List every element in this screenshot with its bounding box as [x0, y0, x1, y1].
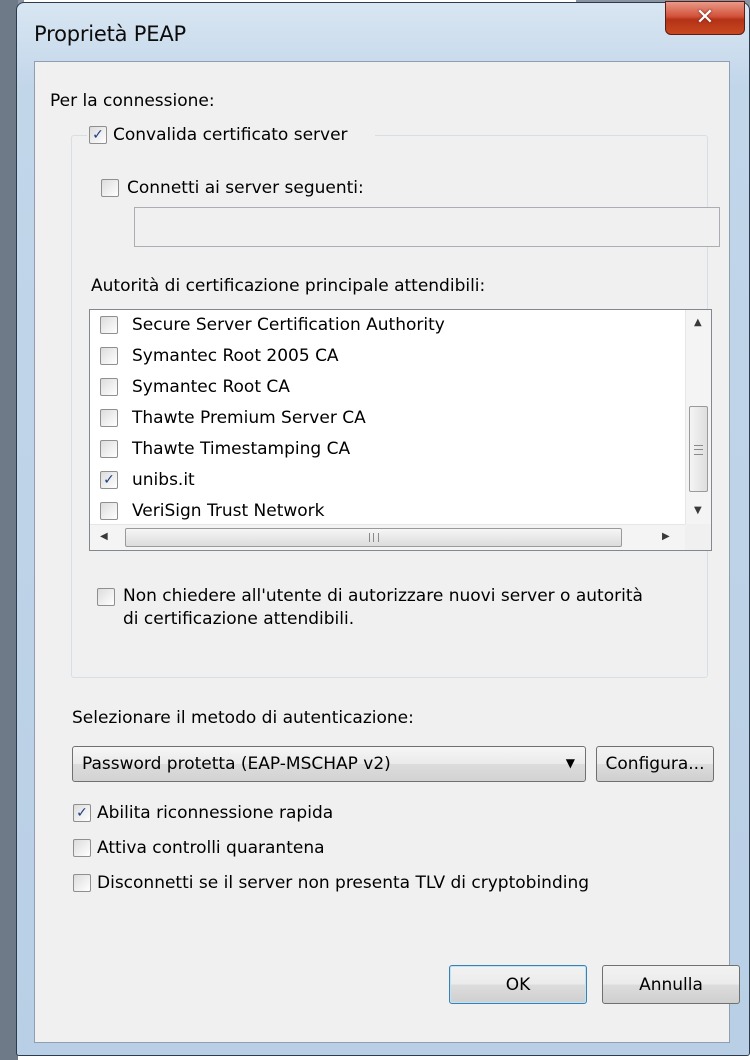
auth-method-select[interactable]: Password protetta (EAP-MSCHAP v2) ▼: [72, 746, 586, 782]
title-bar[interactable]: Proprietà PEAP ✕: [17, 1, 749, 63]
cryptobinding-checkbox[interactable]: [73, 874, 91, 892]
connection-heading: Per la connessione:: [50, 91, 215, 111]
horizontal-scrollbar[interactable]: ◀ ▶: [90, 524, 687, 550]
no-prompt-label-line2[interactable]: di certificazione attendibili.: [123, 608, 354, 630]
ok-button[interactable]: OK: [449, 965, 587, 1004]
ca-checkbox[interactable]: [100, 502, 118, 520]
configure-button[interactable]: Configura...: [596, 746, 714, 782]
ca-name: Thawte Timestamping CA: [132, 439, 351, 459]
connect-to-servers-label[interactable]: Connetti ai server seguenti:: [127, 177, 364, 199]
list-item[interactable]: VeriSign Trust Network: [90, 496, 684, 527]
list-item[interactable]: Thawte Timestamping CA: [90, 434, 684, 465]
ca-checkbox[interactable]: ✓: [100, 471, 118, 489]
ca-name: Thawte Premium Server CA: [132, 408, 366, 428]
chevron-down-icon: ▼: [565, 756, 575, 770]
list-item[interactable]: Symantec Root CA: [90, 372, 684, 403]
ca-checkbox[interactable]: [100, 316, 118, 334]
list-item[interactable]: Symantec Root 2005 CA: [90, 341, 684, 372]
list-item[interactable]: Secure Server Certification Authority: [90, 310, 684, 341]
ca-name: VeriSign Trust Network: [132, 501, 325, 521]
cancel-button[interactable]: Annulla: [602, 965, 740, 1004]
vertical-scroll-thumb[interactable]: [689, 406, 708, 492]
scroll-up-icon[interactable]: ▲: [694, 318, 702, 328]
vertical-scrollbar[interactable]: ▲ ▼: [685, 310, 711, 524]
connect-to-servers-checkbox[interactable]: [101, 179, 119, 197]
ca-checkbox[interactable]: [100, 347, 118, 365]
validate-cert-legend: ✓ Convalida certificato server: [87, 124, 375, 146]
list-item[interactable]: Thawte Premium Server CA: [90, 403, 684, 434]
validate-server-cert-label[interactable]: Convalida certificato server: [113, 124, 348, 146]
window-title: Proprietà PEAP: [34, 22, 186, 46]
dialog-client-area: Per la connessione: ✓ Convalida certific…: [34, 61, 740, 1043]
scroll-down-icon[interactable]: ▼: [694, 506, 702, 516]
ca-name: Secure Server Certification Authority: [132, 315, 445, 335]
fast-reconnect-checkbox[interactable]: ✓: [73, 804, 91, 822]
close-button[interactable]: ✕: [665, 1, 745, 35]
no-prompt-label-line1[interactable]: Non chiedere all'utente di autorizzare n…: [123, 585, 643, 607]
cryptobinding-label[interactable]: Disconnetti se il server non presenta TL…: [97, 872, 589, 894]
scroll-left-icon[interactable]: ◀: [100, 532, 108, 542]
peap-properties-dialog: Proprietà PEAP ✕ Per la connessione: ✓ C…: [16, 1, 750, 1056]
auth-method-heading: Selezionare il metodo di autenticazione:: [72, 708, 414, 728]
close-icon: ✕: [695, 5, 715, 30]
checkmark-icon: ✓: [76, 805, 88, 821]
ca-name: Symantec Root 2005 CA: [132, 346, 339, 366]
quarantine-checks-checkbox[interactable]: [73, 839, 91, 857]
list-item[interactable]: ✓ unibs.it: [90, 465, 684, 496]
quarantine-checks-label[interactable]: Attiva controlli quarantena: [97, 837, 325, 859]
validate-server-cert-checkbox[interactable]: ✓: [89, 126, 107, 144]
trusted-root-ca-list[interactable]: Secure Server Certification Authority Sy…: [89, 309, 712, 551]
ca-name: unibs.it: [132, 470, 195, 490]
ca-checkbox[interactable]: [100, 409, 118, 427]
checkmark-icon: ✓: [103, 472, 115, 488]
ca-checkbox[interactable]: [100, 440, 118, 458]
ca-name: Symantec Root CA: [132, 377, 290, 397]
horizontal-scroll-thumb[interactable]: [125, 528, 622, 547]
trusted-root-ca-heading: Autorità di certificazione principale at…: [91, 276, 486, 296]
checkmark-icon: ✓: [92, 127, 104, 143]
scroll-right-icon[interactable]: ▶: [662, 532, 670, 542]
fast-reconnect-label[interactable]: Abilita riconnessione rapida: [97, 802, 333, 824]
no-prompt-checkbox[interactable]: [97, 588, 115, 606]
scrollbar-corner: [685, 524, 711, 550]
auth-method-value: Password protetta (EAP-MSCHAP v2): [82, 754, 391, 774]
ca-checkbox[interactable]: [100, 378, 118, 396]
server-names-input[interactable]: [134, 207, 720, 247]
